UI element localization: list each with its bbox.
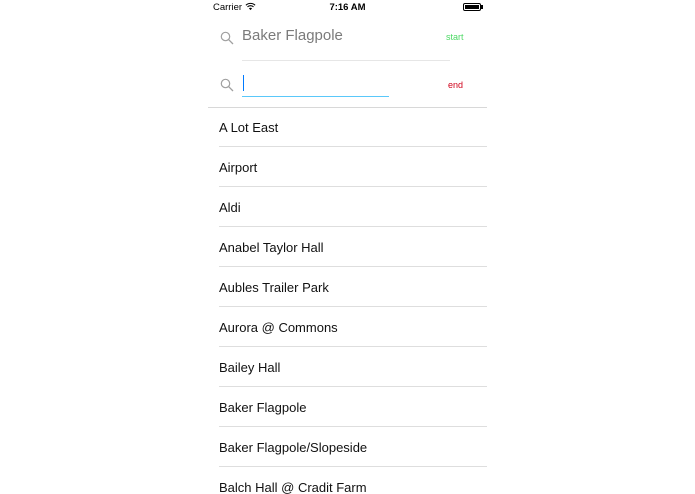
stop-name: Balch Hall @ Cradit Farm (219, 480, 367, 494)
stop-name: A Lot East (219, 120, 279, 135)
stop-list: A Lot East Airport Aldi Anabel Taylor Hall A… (208, 107, 487, 494)
stop-name: Airport (219, 160, 258, 175)
list-item[interactable]: Anabel Taylor Hall (208, 227, 487, 267)
list-item[interactable]: A Lot East (208, 107, 487, 147)
battery-tip (481, 5, 483, 9)
stop-name: Aurora @ Commons (219, 320, 338, 335)
start-field-divider (242, 60, 450, 61)
list-item[interactable]: Aubles Trailer Park (208, 267, 487, 307)
text-cursor (243, 75, 244, 91)
stop-name: Aubles Trailer Park (219, 280, 329, 295)
search-icon (220, 31, 234, 45)
list-item[interactable]: Aurora @ Commons (208, 307, 487, 347)
list-item[interactable]: Bailey Hall (208, 347, 487, 387)
app-screen: Carrier 7:16 AM Baker Flagpole start end… (208, 0, 487, 494)
start-search-row[interactable]: Baker Flagpole start (208, 18, 487, 61)
list-item[interactable]: Baker Flagpole (208, 387, 487, 427)
stop-name: Baker Flagpole/Slopeside (219, 440, 368, 455)
end-tag: end (448, 80, 464, 90)
start-location-value[interactable]: Baker Flagpole (242, 27, 343, 44)
stop-name: Anabel Taylor Hall (219, 240, 324, 255)
end-location-input[interactable] (242, 70, 389, 97)
list-item[interactable]: Balch Hall @ Cradit Farm (208, 467, 487, 494)
stop-name: Baker Flagpole (219, 400, 307, 415)
end-search-row[interactable]: end (208, 66, 487, 106)
list-item[interactable]: Aldi (208, 187, 487, 227)
clock: 7:16 AM (329, 2, 366, 13)
status-bar: Carrier 7:16 AM (208, 0, 487, 15)
list-item[interactable]: Baker Flagpole/Slopeside (208, 427, 487, 467)
stop-name: Bailey Hall (219, 360, 281, 375)
search-icon (220, 78, 234, 92)
battery-icon (463, 3, 481, 11)
start-tag: start (446, 32, 464, 42)
stop-name: Aldi (219, 200, 241, 215)
list-item[interactable]: Airport (208, 147, 487, 187)
